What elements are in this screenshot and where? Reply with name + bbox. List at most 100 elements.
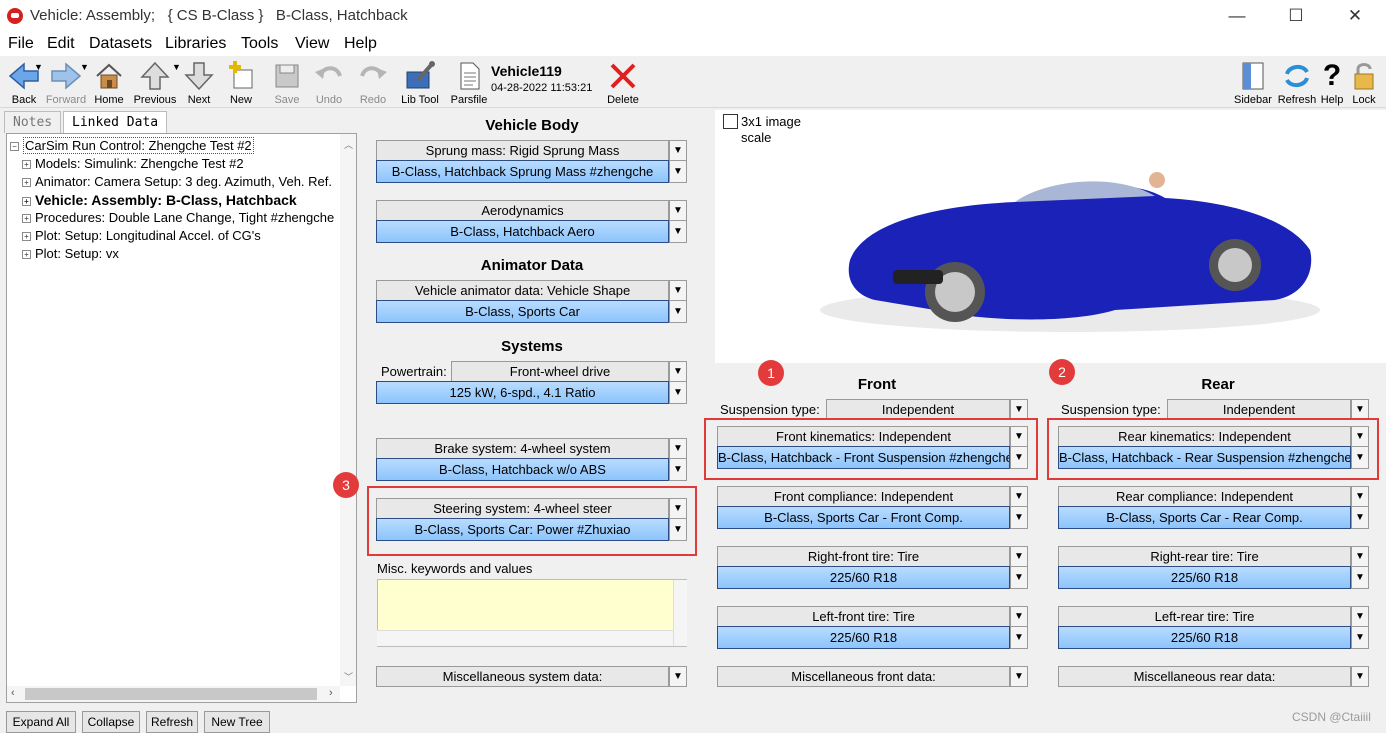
dropdown-arrow-icon[interactable]: ▼	[669, 160, 687, 183]
tree-item-run-control[interactable]: − CarSim Run Control: Zhengche Test #2	[10, 138, 254, 156]
expand-icon[interactable]: +	[22, 232, 31, 241]
tab-notes[interactable]: Notes	[4, 111, 61, 133]
dropdown-arrow-icon[interactable]: ▼	[1010, 506, 1028, 529]
scroll-left-icon[interactable]: ‹	[11, 687, 15, 699]
textarea-scrollbar[interactable]	[673, 580, 687, 646]
dropdown-arrow-icon[interactable]: ▼	[669, 200, 687, 221]
dropdown-arrow-icon[interactable]: ▼	[1010, 399, 1028, 420]
rear-kinematics-dataset[interactable]: B-Class, Hatchback - Rear Suspension #zh…	[1058, 446, 1351, 469]
image-scale-checkbox[interactable]	[723, 114, 738, 129]
dropdown-arrow-icon[interactable]: ▼	[1010, 666, 1028, 687]
expand-icon[interactable]: +	[22, 178, 31, 187]
menu-file[interactable]: File	[8, 35, 34, 53]
front-kinematics-selector[interactable]: Front kinematics: Independent	[717, 426, 1010, 447]
parsfile-button[interactable]: Parsfile	[445, 58, 493, 108]
brake-system-dataset[interactable]: B-Class, Hatchback w/o ABS	[376, 458, 669, 481]
dropdown-arrow-icon[interactable]: ▼	[1010, 626, 1028, 649]
dropdown-arrow-icon[interactable]: ▼	[1351, 426, 1369, 447]
dropdown-arrow-icon[interactable]: ▼	[669, 300, 687, 323]
left-front-tire-selector[interactable]: Left-front tire: Tire	[717, 606, 1010, 627]
tree-item-animator[interactable]: + Animator: Camera Setup: 3 deg. Azimuth,…	[22, 174, 332, 192]
misc-front-data-selector[interactable]: Miscellaneous front data:	[717, 666, 1010, 687]
delete-button[interactable]: Delete	[599, 58, 647, 108]
expand-icon[interactable]: +	[22, 250, 31, 259]
dropdown-arrow-icon[interactable]: ▼	[1351, 626, 1369, 649]
dropdown-arrow-icon[interactable]: ▼	[1351, 399, 1369, 420]
right-rear-tire-selector[interactable]: Right-rear tire: Tire	[1058, 546, 1351, 567]
tree-item-procedures[interactable]: + Procedures: Double Lane Change, Tight #…	[22, 210, 340, 228]
menu-edit[interactable]: Edit	[47, 35, 75, 53]
aerodynamics-selector[interactable]: Aerodynamics	[376, 200, 669, 221]
dropdown-arrow-icon[interactable]: ▼	[1010, 606, 1028, 627]
animator-dataset[interactable]: B-Class, Sports Car	[376, 300, 669, 323]
scroll-right-icon[interactable]: ›	[329, 687, 333, 699]
front-compliance-selector[interactable]: Front compliance: Independent	[717, 486, 1010, 507]
menu-help[interactable]: Help	[344, 35, 377, 53]
textarea-hscrollbar[interactable]	[377, 630, 673, 646]
collapse-button[interactable]: Collapse	[82, 711, 140, 733]
misc-rear-data-selector[interactable]: Miscellaneous rear data:	[1058, 666, 1351, 687]
menu-tools[interactable]: Tools	[241, 35, 278, 53]
dropdown-arrow-icon[interactable]: ▼	[1351, 506, 1369, 529]
rear-suspension-type-selector[interactable]: Independent	[1167, 399, 1351, 420]
rear-compliance-selector[interactable]: Rear compliance: Independent	[1058, 486, 1351, 507]
dropdown-arrow-icon[interactable]: ▼	[669, 458, 687, 481]
menu-datasets[interactable]: Datasets	[89, 35, 152, 53]
dropdown-arrow-icon[interactable]: ▼	[1351, 446, 1369, 469]
tree-item-plot-vx[interactable]: + Plot: Setup: vx	[22, 246, 119, 264]
dropdown-arrow-icon[interactable]: ▼	[669, 140, 687, 161]
lock-button[interactable]: Lock	[1340, 58, 1386, 108]
left-rear-tire-selector[interactable]: Left-rear tire: Tire	[1058, 606, 1351, 627]
expand-icon[interactable]: +	[22, 160, 31, 169]
steering-system-selector[interactable]: Steering system: 4-wheel steer	[376, 498, 669, 519]
brake-system-selector[interactable]: Brake system: 4-wheel system	[376, 438, 669, 459]
menu-libraries[interactable]: Libraries	[165, 35, 226, 53]
scroll-up-icon[interactable]: ︿	[344, 138, 353, 151]
left-rear-tire-dataset[interactable]: 225/60 R18	[1058, 626, 1351, 649]
dropdown-arrow-icon[interactable]: ▼	[1351, 486, 1369, 507]
rear-kinematics-selector[interactable]: Rear kinematics: Independent	[1058, 426, 1351, 447]
dropdown-arrow-icon[interactable]: ▼	[1010, 426, 1028, 447]
minimize-button[interactable]: —	[1214, 0, 1260, 32]
dropdown-arrow-icon[interactable]: ▼	[1010, 446, 1028, 469]
maximize-button[interactable]: ☐	[1273, 0, 1319, 32]
dropdown-arrow-icon[interactable]: ▼	[669, 381, 687, 404]
front-compliance-dataset[interactable]: B-Class, Sports Car - Front Comp.	[717, 506, 1010, 529]
menu-view[interactable]: View	[295, 35, 329, 53]
rear-compliance-dataset[interactable]: B-Class, Sports Car - Rear Comp.	[1058, 506, 1351, 529]
tree-item-plot-accel[interactable]: + Plot: Setup: Longitudinal Accel. of CG'…	[22, 228, 261, 246]
right-rear-tire-dataset[interactable]: 225/60 R18	[1058, 566, 1351, 589]
dropdown-arrow-icon[interactable]: ▼	[1351, 606, 1369, 627]
dropdown-arrow-icon[interactable]: ▼	[669, 220, 687, 243]
scroll-down-icon[interactable]: ﹀	[344, 670, 353, 683]
left-front-tire-dataset[interactable]: 225/60 R18	[717, 626, 1010, 649]
dropdown-arrow-icon[interactable]: ▼	[669, 280, 687, 301]
front-suspension-type-selector[interactable]: Independent	[826, 399, 1010, 420]
dropdown-arrow-icon[interactable]: ▼	[1351, 666, 1369, 687]
close-button[interactable]: ✕	[1332, 0, 1378, 32]
misc-system-data-selector[interactable]: Miscellaneous system data:	[376, 666, 669, 687]
new-tree-button[interactable]: New Tree	[204, 711, 270, 733]
scrollbar-thumb[interactable]	[25, 688, 317, 700]
tree-item-vehicle[interactable]: + Vehicle: Assembly: B-Class, Hatchback	[22, 192, 297, 210]
sprung-mass-dataset[interactable]: B-Class, Hatchback Sprung Mass #zhengche	[376, 160, 669, 183]
right-front-tire-dataset[interactable]: 225/60 R18	[717, 566, 1010, 589]
animator-data-selector[interactable]: Vehicle animator data: Vehicle Shape	[376, 280, 669, 301]
expand-all-button[interactable]: Expand All	[6, 711, 76, 733]
dropdown-arrow-icon[interactable]: ▼	[1010, 546, 1028, 567]
expand-icon[interactable]: +	[22, 214, 31, 223]
collapse-icon[interactable]: −	[10, 142, 19, 151]
tree-vertical-scrollbar[interactable]	[340, 134, 356, 686]
powertrain-dataset[interactable]: 125 kW, 6-spd., 4.1 Ratio	[376, 381, 669, 404]
dropdown-arrow-icon[interactable]: ▼	[669, 518, 687, 541]
lib-tool-button[interactable]: Lib Tool	[396, 58, 444, 108]
powertrain-type-selector[interactable]: Front-wheel drive	[451, 361, 669, 382]
sprung-mass-selector[interactable]: Sprung mass: Rigid Sprung Mass	[376, 140, 669, 161]
right-front-tire-selector[interactable]: Right-front tire: Tire	[717, 546, 1010, 567]
dropdown-arrow-icon[interactable]: ▼	[669, 438, 687, 459]
expand-icon[interactable]: +	[22, 197, 31, 206]
dropdown-arrow-icon[interactable]: ▼	[1351, 546, 1369, 567]
dropdown-arrow-icon[interactable]: ▼	[1010, 486, 1028, 507]
front-kinematics-dataset[interactable]: B-Class, Hatchback - Front Suspension #z…	[717, 446, 1010, 469]
tab-linked-data[interactable]: Linked Data	[63, 111, 167, 133]
